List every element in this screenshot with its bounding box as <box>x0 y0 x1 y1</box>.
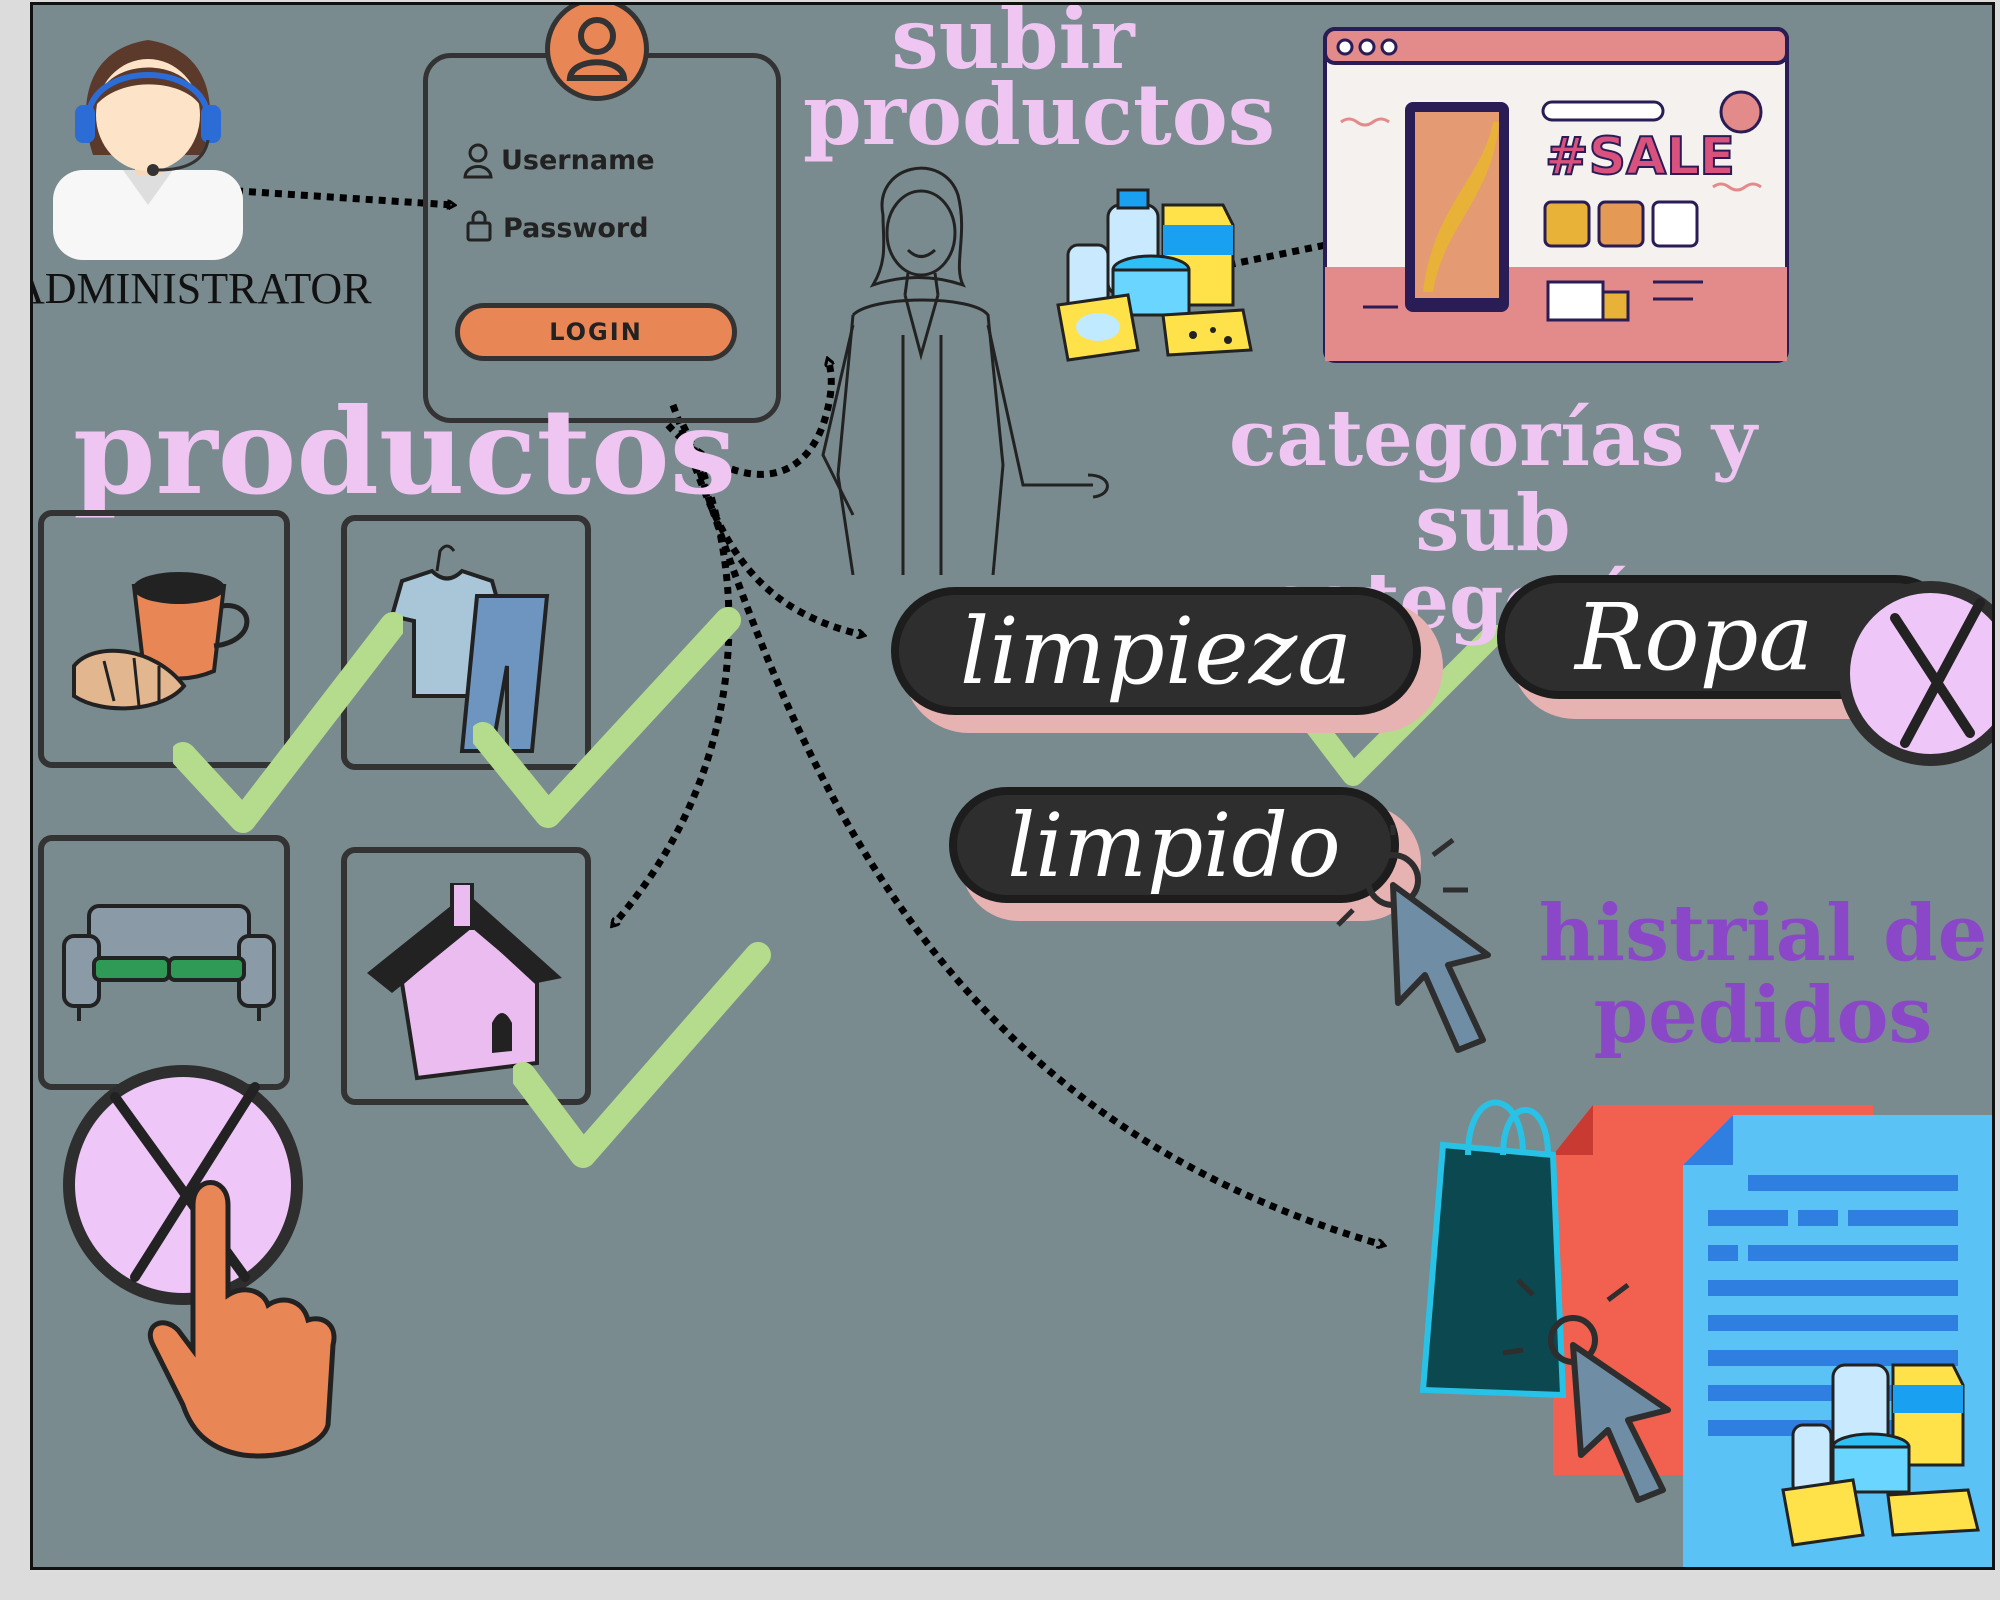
categories-title-line1: categorías y <box>1229 393 1757 484</box>
login-button[interactable]: LOGIN <box>455 303 737 361</box>
login-avatar-icon <box>545 5 649 101</box>
sofa-icon <box>62 904 276 1021</box>
admin-avatar-icon <box>53 20 243 260</box>
products-title: productos <box>73 382 737 521</box>
username-field[interactable]: Username <box>501 145 655 176</box>
check-icon <box>513 942 771 1168</box>
product-tile-furniture[interactable] <box>38 835 290 1090</box>
upload-title-line2: productos <box>803 65 1276 164</box>
arrow-admin-to-login <box>222 186 453 205</box>
user-icon <box>463 143 493 179</box>
check-icon <box>173 612 403 833</box>
sale-window-icon <box>1323 27 1789 363</box>
check-icon <box>473 607 741 828</box>
cursor-icon <box>1336 825 1491 1053</box>
category-pill-limpido[interactable]: limpido <box>949 787 1399 903</box>
groceries-icon <box>1053 185 1253 365</box>
diagram-canvas: ADMINISTRATOR Username Password LOGIN su… <box>30 2 1995 1570</box>
pointing-hand-icon <box>147 1180 337 1459</box>
category-pill-limpieza[interactable]: limpieza <box>891 587 1421 715</box>
lock-icon <box>466 210 492 242</box>
admin-label: ADMINISTRATOR <box>30 264 372 313</box>
history-title-line2: pedidos <box>1593 970 1933 1061</box>
shopping-bag-icon <box>1419 1099 1567 1399</box>
password-field[interactable]: Password <box>503 213 649 244</box>
history-title-line1: histrial de <box>1538 888 1988 979</box>
cross-icon[interactable] <box>1838 581 1992 766</box>
sale-tag: #SALE <box>1544 126 1736 188</box>
order-history-illustration[interactable] <box>1413 1095 1995 1570</box>
